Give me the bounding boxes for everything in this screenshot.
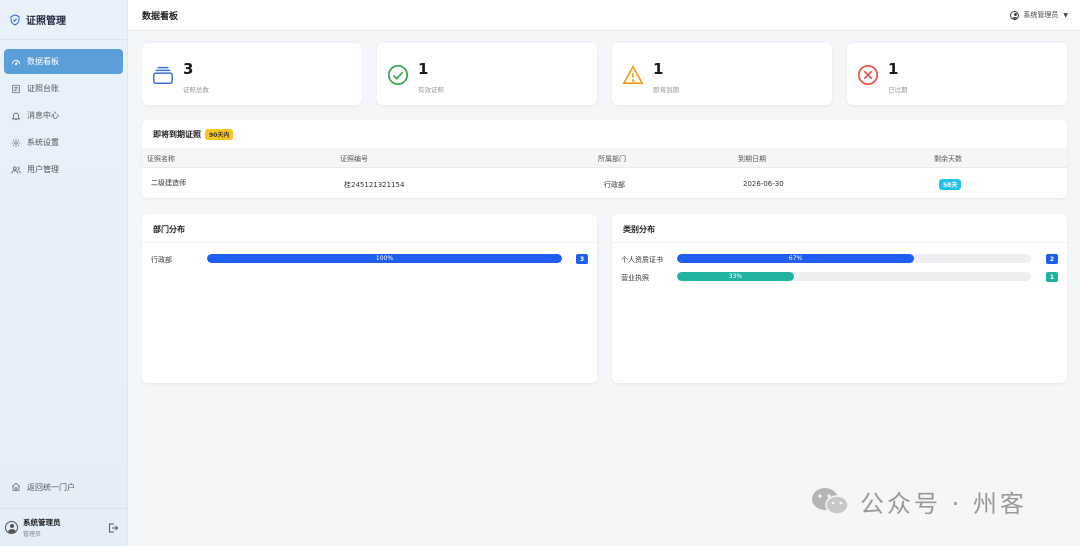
category-name: 个人资质证书 xyxy=(621,256,663,264)
home-icon xyxy=(11,482,21,491)
stat-value: 1 xyxy=(653,60,664,78)
progress-label: 100% xyxy=(375,255,394,262)
expiring-range-badge: 90天内 xyxy=(205,129,234,140)
user-avatar-icon xyxy=(1010,10,1020,20)
user-menu-name: 系统管理员 xyxy=(1023,11,1059,19)
cell-date: 2026-06-30 xyxy=(743,180,784,188)
category-bar-row: 个人资质证书 67% 2 xyxy=(612,254,1067,266)
ledger-icon xyxy=(12,84,20,93)
stat-card-valid: 1 有效证照 xyxy=(377,43,597,105)
shield-icon xyxy=(10,13,20,26)
sidebar-item-label: 用户管理 xyxy=(27,165,59,174)
stat-card-total: 3 证照总数 xyxy=(142,43,362,105)
count-badge: 1 xyxy=(1046,272,1058,282)
expiring-panel: 即将到期证照 90天内 证照名称 证照编号 所属部门 到期日期 剩余天数 二级建… xyxy=(142,120,1067,198)
bell-icon xyxy=(11,112,21,120)
warning-icon xyxy=(622,65,644,85)
progress-bar: 67% xyxy=(677,254,1031,263)
cell-dept: 行政部 xyxy=(604,181,625,189)
count-badge: 3 xyxy=(576,254,588,264)
stat-label: 有效证照 xyxy=(418,86,444,94)
progress-label: 33% xyxy=(728,273,743,280)
table-row[interactable]: 二级建造师 桂245121321154 行政部 2026-06-30 58天 xyxy=(142,169,1067,197)
progress-fill: 100% xyxy=(207,254,562,263)
check-circle-icon xyxy=(388,65,408,85)
progress-fill: 33% xyxy=(677,272,794,281)
stat-label: 即将到期 xyxy=(653,86,679,94)
column-header: 证照编号 xyxy=(340,155,368,163)
cell-number: 桂245121321154 xyxy=(344,181,405,189)
stat-label: 已过期 xyxy=(888,86,908,94)
dept-distribution-panel: 部门分布 行政部 100% 3 xyxy=(142,214,597,383)
sidebar-user-name: 系统管理员 xyxy=(23,518,61,527)
dashboard-icon xyxy=(11,59,21,65)
sidebar: 证照管理 数据看板 证照台账 消息中心 系统设置 用户管理 返回统一门户 系统管 xyxy=(0,0,128,546)
avatar xyxy=(5,521,18,534)
page-title: 数据看板 xyxy=(142,12,179,22)
category-name: 营业执照 xyxy=(621,274,649,282)
column-header: 所属部门 xyxy=(598,155,626,163)
column-header: 证照名称 xyxy=(147,155,175,163)
brand-title: 证照管理 xyxy=(26,16,66,27)
progress-bar: 33% xyxy=(677,272,1031,281)
progress-bar: 100% xyxy=(207,254,562,263)
stat-card-expiring: 1 即将到期 xyxy=(612,43,832,105)
stat-value: 3 xyxy=(183,60,194,78)
dept-name: 行政部 xyxy=(151,256,172,264)
sidebar-item-label: 系统设置 xyxy=(27,138,59,147)
chevron-down-icon: ▼ xyxy=(1063,11,1068,19)
brand: 证照管理 xyxy=(0,0,127,40)
sidebar-user-role: 管理员 xyxy=(23,531,42,538)
stack-icon xyxy=(153,66,173,84)
sidebar-item-label: 消息中心 xyxy=(27,111,59,120)
sidebar-item-settings[interactable]: 系统设置 xyxy=(4,130,123,155)
sidebar-user: 系统管理员 管理员 xyxy=(0,508,128,546)
back-portal-label: 返回统一门户 xyxy=(27,482,75,492)
stat-label: 证照总数 xyxy=(183,86,209,94)
progress-fill: 67% xyxy=(677,254,915,263)
dept-distribution-title: 部门分布 xyxy=(153,225,185,234)
column-header: 到期日期 xyxy=(738,155,766,163)
progress-label: 67% xyxy=(788,255,803,262)
expiring-title: 即将到期证照 xyxy=(153,130,201,139)
sidebar-item-label: 证照台账 xyxy=(27,84,59,93)
days-left-badge: 58天 xyxy=(939,179,962,190)
logout-icon[interactable] xyxy=(107,522,119,534)
stat-card-expired: 1 已过期 xyxy=(847,43,1067,105)
user-menu[interactable]: 系统管理员 ▼ xyxy=(1010,10,1068,20)
sidebar-item-users[interactable]: 用户管理 xyxy=(4,157,123,182)
sidebar-nav: 数据看板 证照台账 消息中心 系统设置 用户管理 xyxy=(0,40,127,182)
sidebar-item-messages[interactable]: 消息中心 xyxy=(4,103,123,128)
watermark-text: 公众号 · 州客 xyxy=(860,490,1027,518)
back-to-portal-link[interactable]: 返回统一门户 xyxy=(4,475,124,499)
count-badge: 2 xyxy=(1046,254,1058,264)
category-distribution-panel: 类别分布 个人资质证书 67% 2 营业执照 33% 1 xyxy=(612,214,1067,383)
stat-value: 1 xyxy=(888,60,899,78)
top-header: 数据看板 系统管理员 ▼ xyxy=(128,0,1080,31)
wechat-icon xyxy=(812,487,849,515)
x-circle-icon xyxy=(858,65,878,85)
watermark: 公众号 · 州客 xyxy=(810,484,1027,519)
table-header: 证照名称 证照编号 所属部门 到期日期 剩余天数 xyxy=(142,148,1067,168)
category-bar-row: 营业执照 33% 1 xyxy=(612,272,1067,284)
column-header: 剩余天数 xyxy=(934,155,962,163)
users-icon xyxy=(11,165,21,173)
dept-bar-row: 行政部 100% 3 xyxy=(142,254,597,266)
gear-icon xyxy=(11,138,21,147)
sidebar-item-dashboard[interactable]: 数据看板 xyxy=(4,49,123,74)
category-distribution-title: 类别分布 xyxy=(623,225,655,234)
stat-value: 1 xyxy=(418,60,429,78)
sidebar-item-label: 数据看板 xyxy=(27,57,59,66)
cell-name: 二级建造师 xyxy=(151,179,186,187)
sidebar-item-ledger[interactable]: 证照台账 xyxy=(4,76,123,101)
